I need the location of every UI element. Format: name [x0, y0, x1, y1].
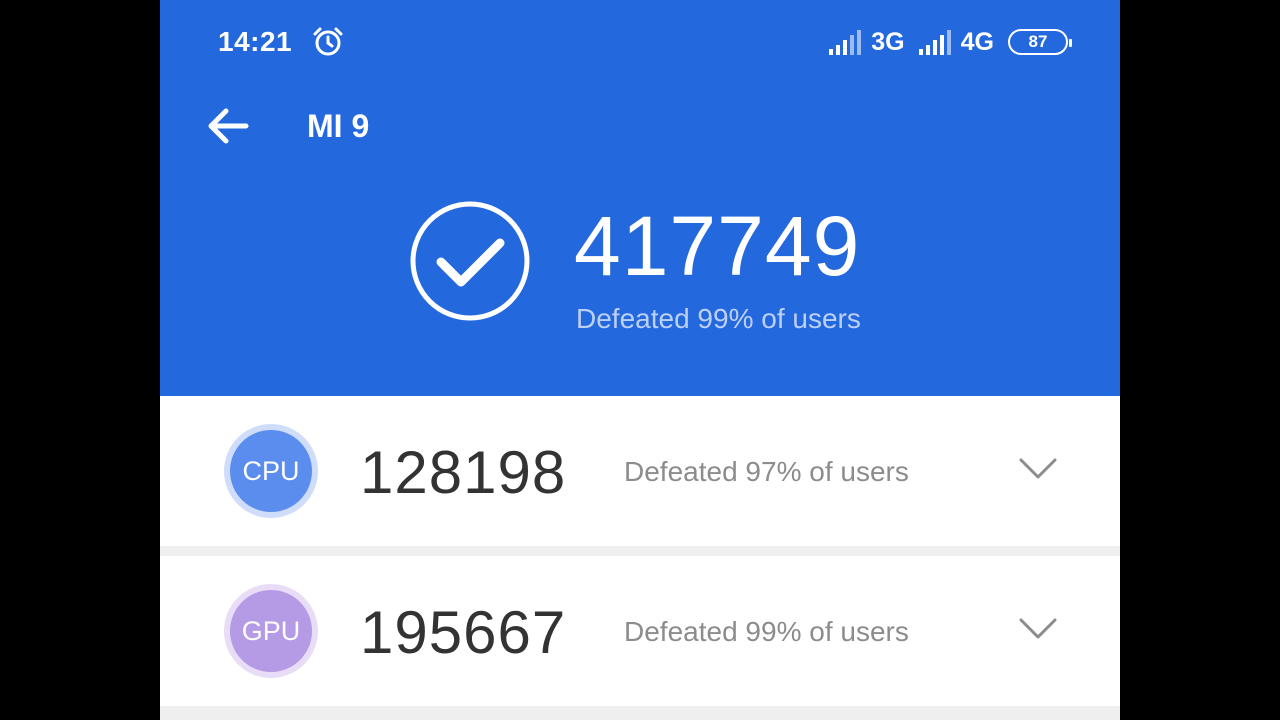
arrow-left-icon[interactable] [206, 104, 250, 148]
cpu-score-card[interactable]: CPU 128198 Defeated 97% of users [160, 396, 1120, 546]
battery-indicator: 87 [1008, 29, 1072, 55]
device-title: MI 9 [307, 108, 370, 144]
alarm-clock-icon [313, 27, 343, 56]
score-header: 14:21 3G 4G 87 MI 9 417749 Defeated 99% … [160, 0, 1120, 396]
gpu-score: 195667 [360, 599, 567, 666]
signal-strength-icon [829, 30, 862, 55]
status-indicators: 3G 4G 87 [829, 26, 1072, 58]
total-score: 417749 [574, 199, 861, 293]
network-type-1: 3G [871, 27, 905, 56]
phone-screen: 14:21 3G 4G 87 MI 9 417749 Defeated 99% … [160, 0, 1120, 720]
cpu-badge: CPU [224, 424, 318, 518]
cpu-defeated-text: Defeated 97% of users [624, 456, 909, 487]
chevron-down-icon[interactable] [1018, 456, 1058, 482]
battery-level: 87 [1028, 32, 1048, 51]
check-circle-icon [410, 201, 530, 321]
total-defeated-text: Defeated 99% of users [576, 303, 861, 334]
signal-strength-icon [918, 30, 951, 55]
gpu-badge: GPU [224, 584, 318, 678]
cpu-badge-label: CPU [230, 430, 312, 512]
status-time: 14:21 [218, 26, 293, 57]
cpu-score: 128198 [360, 439, 567, 506]
chevron-down-icon[interactable] [1018, 616, 1058, 642]
gpu-defeated-text: Defeated 99% of users [624, 616, 909, 647]
gpu-badge-label: GPU [230, 590, 312, 672]
gpu-score-card[interactable]: GPU 195667 Defeated 99% of users [160, 556, 1120, 706]
network-type-2: 4G [960, 27, 994, 56]
